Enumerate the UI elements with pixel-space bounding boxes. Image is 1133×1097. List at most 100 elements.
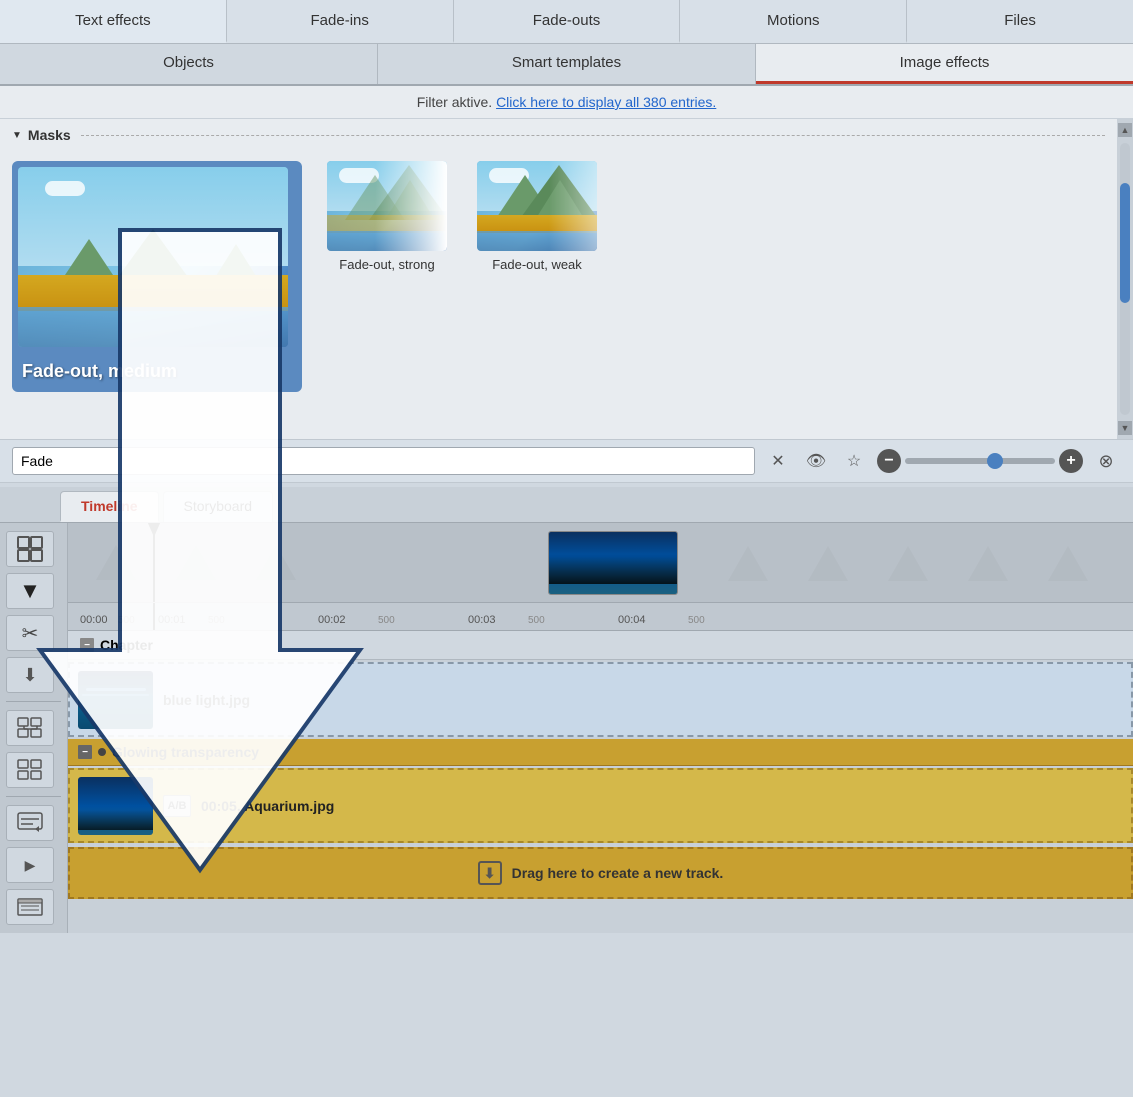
magnifier-button[interactable]: ⊗ [1091,446,1121,476]
track-label-blue-light: blue light.jpg [163,692,1123,708]
track-thumb-inner-aquarium [78,777,153,835]
playhead-button[interactable] [6,531,54,567]
track-thumb-aquarium [78,777,153,835]
timeline-left-toolbar: ▼ ✂ ⬇ [0,523,68,933]
scroll-thumb[interactable] [1120,183,1130,303]
filter-bar: Filter aktive. Click here to display all… [0,86,1133,119]
tab-smart-templates[interactable]: Smart templates [378,44,756,84]
effect-label-medium: Fade-out, medium [18,353,181,386]
effect-item-fade-strong[interactable]: Fade-out, strong [322,161,452,392]
tab-storyboard[interactable]: Storyboard [163,491,273,522]
glowing-collapse-button[interactable]: − [78,745,92,759]
timeline-header [68,523,1133,603]
timeline-body: ▼ ✂ ⬇ [0,523,1133,933]
tab-text-effects[interactable]: Text effects [0,0,227,43]
effect-thumb-medium [18,167,288,347]
timeline-main: 00:00 00:01 00:02 00:03 00:04 500 500 50… [68,523,1133,933]
track-icon-ab: A/B [163,795,191,817]
tab-files[interactable]: Files [907,0,1133,43]
time-mark-2: 00:02 [318,614,346,626]
chapter-label: Chapter [100,637,153,653]
track-row-blue-light[interactable]: blue light.jpg [68,662,1133,737]
play-button[interactable]: ▶ [6,847,54,883]
subtitle-button[interactable] [6,805,54,841]
landscape-sky [18,167,288,266]
effects-scrollbar[interactable]: ▲ ▼ [1117,119,1133,439]
tab-objects[interactable]: Objects [0,44,378,84]
scissors-button[interactable]: ✂ [6,615,54,651]
landscape-cloud-w [489,168,529,183]
landscape-mountain-s2 [369,165,447,220]
playhead[interactable] [153,523,155,602]
track-time: 00:05 [201,798,237,814]
tabs-row1: Text effects Fade-ins Fade-outs Motions … [0,0,1133,44]
drag-drop-zone[interactable]: ⬇ Drag here to create a new track. [68,847,1133,899]
landscape-mountain-w2 [519,165,597,220]
landscape-thumb-weak [477,161,597,251]
marker-button[interactable]: ▼ [6,573,54,609]
effects-panel-area: Masks Fade-out, medium [0,119,1133,439]
clear-button[interactable]: ✕ [763,446,793,476]
effects-panel: Masks Fade-out, medium [0,119,1117,439]
search-input[interactable] [12,447,755,475]
effect-thumb-weak [477,161,597,251]
time-mark-1: 00:01 [158,614,186,626]
favorite-star-button[interactable]: ☆ [839,446,869,476]
filter-link[interactable]: Click here to display all 380 entries. [496,94,716,110]
tab-timeline[interactable]: Timeline [60,491,159,522]
time-ruler: 00:00 00:01 00:02 00:03 00:04 500 500 50… [68,603,1133,631]
tab-motions[interactable]: Motions [680,0,907,43]
track-thumb-blue-light [78,671,153,729]
group-button[interactable] [6,710,54,746]
landscape-mountain-2 [113,229,193,284]
landscape-thumb [18,167,288,347]
tabs-row2: Objects Smart templates Image effects [0,44,1133,86]
mountain-mark-8 [1028,538,1108,588]
masks-section-header: Masks [12,127,1105,143]
tab-fade-ins[interactable]: Fade-ins [227,0,454,43]
mountain-mark-7 [948,538,1028,588]
landscape-mountain-w1 [495,175,555,220]
ruler-playhead [153,603,155,630]
insert-button[interactable]: ⬇ [6,657,54,693]
subtick-5: 500 [688,615,705,626]
landscape-field [18,275,288,311]
dot-indicator [98,748,106,756]
time-mark-0: 00:00 [80,614,108,626]
timeline-tabs: Timeline Storyboard [0,487,1133,523]
filter-input-row: ✕ 👁 ☆ − + ⊗ [0,439,1133,483]
effects-grid: Fade-out, medium Fade-out, strong [12,153,1105,400]
ungroup-button[interactable] [6,752,54,788]
effect-item-fade-medium[interactable]: Fade-out, medium [12,161,302,392]
scroll-up-arrow[interactable]: ▲ [1118,123,1132,137]
landscape-water-w [477,231,597,251]
tab-image-effects[interactable]: Image effects [756,44,1133,84]
zoom-slider-thumb[interactable] [987,453,1003,469]
scroll-track[interactable] [1120,143,1130,415]
landscape-field-w [477,215,597,233]
drag-down-arrow-icon: ⬇ [478,861,502,885]
track-filename: Aquarium.jpg [244,798,334,814]
effect-item-fade-weak[interactable]: Fade-out, weak [472,161,602,392]
landscape-mountain-3 [211,244,261,284]
chapter-collapse-button[interactable]: − [80,638,94,652]
chapter-button[interactable] [6,889,54,925]
mountain-mark-5 [788,538,868,588]
landscape-sky-s [327,161,447,211]
landscape-water [18,307,288,347]
effect-label-weak: Fade-out, weak [492,257,582,272]
zoom-out-button[interactable]: − [877,449,901,473]
zoom-slider[interactable] [905,458,1055,464]
track-thumb-inner-blue [78,671,153,729]
tab-fade-outs[interactable]: Fade-outs [454,0,681,43]
preview-eye-button[interactable]: 👁 [801,446,831,476]
zoom-in-button[interactable]: + [1059,449,1083,473]
landscape-sky-w [477,161,597,211]
effect-thumb-strong [327,161,447,251]
glowing-track-header: − Glowing transparency [68,739,1133,766]
scroll-down-arrow[interactable]: ▼ [1118,421,1132,435]
track-row-aquarium[interactable]: A/B 00:05, Aquarium.jpg [68,768,1133,843]
landscape-cloud-s [339,168,379,183]
effect-label-strong: Fade-out, strong [339,257,434,272]
landscape-cloud [45,181,85,196]
